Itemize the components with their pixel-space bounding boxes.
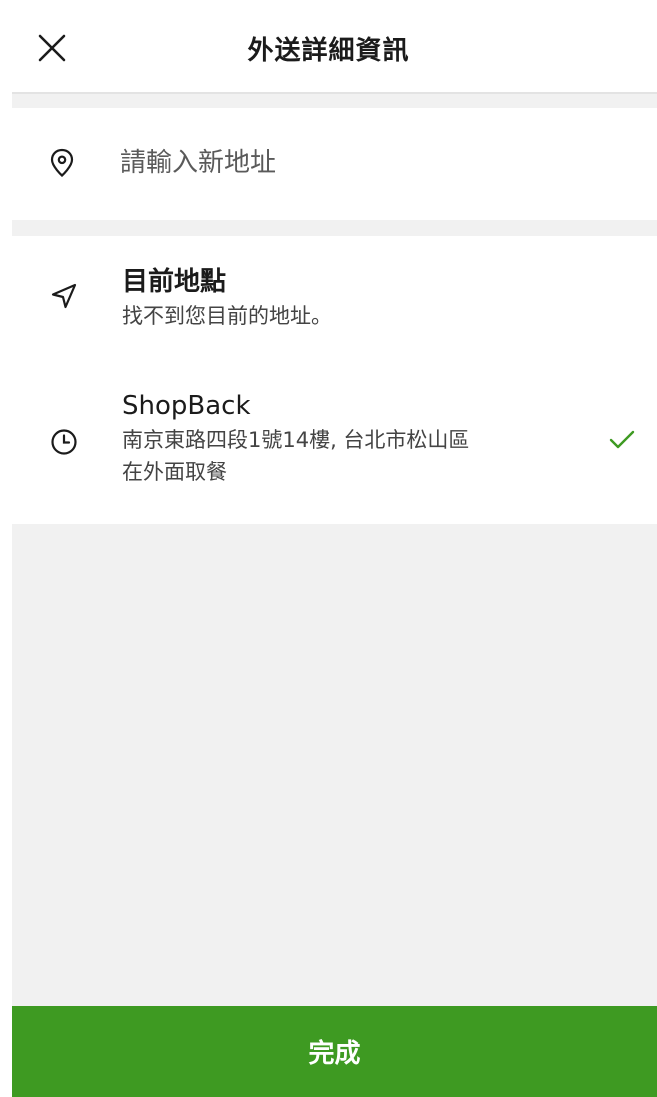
header: 外送詳細資訊 xyxy=(0,0,657,94)
saved-location-text: ShopBack 南京東路四段1號14樓, 台北市松山區 在外面取餐 xyxy=(122,388,587,488)
current-location-title: 目前地點 xyxy=(122,267,227,297)
saved-location-item[interactable]: ShopBack 南京東路四段1號14樓, 台北市松山區 在外面取餐 xyxy=(12,376,657,516)
delivery-details-screen: 外送詳細資訊 目前地點 找不到您目前的地址。 Shop xyxy=(0,0,657,1097)
address-search-input[interactable] xyxy=(120,138,600,188)
done-button[interactable]: 完成 xyxy=(12,1006,657,1097)
saved-location-name: ShopBack xyxy=(122,391,251,421)
current-location-status: 找不到您目前的地址。 xyxy=(122,304,332,328)
empty-area xyxy=(12,524,657,1006)
section-divider xyxy=(12,94,657,108)
location-list: 目前地點 找不到您目前的地址。 ShopBack 南京東路四段1號14樓, 台北… xyxy=(12,236,657,524)
saved-location-address: 南京東路四段1號14樓, 台北市松山區 xyxy=(122,428,470,452)
check-icon xyxy=(609,430,635,449)
page-title: 外送詳細資訊 xyxy=(247,36,410,66)
saved-location-note: 在外面取餐 xyxy=(122,460,227,484)
section-divider xyxy=(12,220,657,236)
current-location-item[interactable]: 目前地點 找不到您目前的地址。 xyxy=(12,236,657,356)
location-pin-icon xyxy=(50,148,74,177)
current-location-text: 目前地點 找不到您目前的地址。 xyxy=(122,264,587,332)
address-search-row[interactable] xyxy=(12,108,657,220)
navigation-arrow-icon xyxy=(51,283,77,309)
clock-icon xyxy=(51,429,77,455)
